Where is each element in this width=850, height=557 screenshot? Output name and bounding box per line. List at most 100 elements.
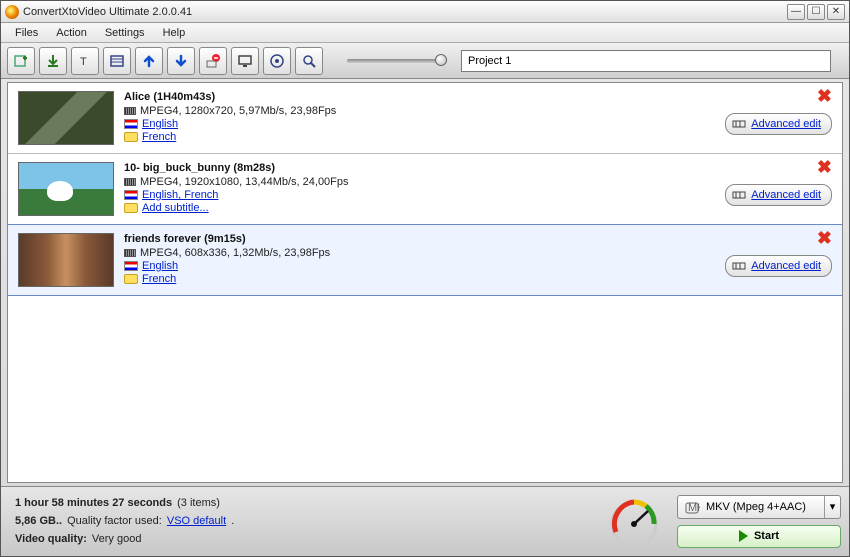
list-item[interactable]: Alice (1H40m43s) MPEG4, 1280x720, 5,97Mb… [8,83,842,154]
remove-button[interactable] [199,47,227,75]
svg-text:MKV: MKV [688,502,700,514]
add-file-button[interactable] [7,47,35,75]
play-icon [739,530,748,542]
footer: 1 hour 58 minutes 27 seconds (3 items) 5… [1,486,849,556]
edit-icon [732,117,746,131]
audio-language-link[interactable]: English, French [142,189,218,201]
maximize-button[interactable]: ☐ [807,4,825,20]
download-button[interactable] [39,47,67,75]
menu-help[interactable]: Help [155,25,194,41]
item-title: friends forever (9m15s) [124,233,672,245]
output-format-label: MKV (Mpeg 4+AAC) [706,501,806,513]
item-meta: friends forever (9m15s) MPEG4, 608x336, … [124,233,672,286]
video-quality-value: Very good [92,533,142,545]
film-icon [124,249,136,257]
minimize-button[interactable]: — [787,4,805,20]
remove-item-button[interactable]: ✖ [817,231,832,245]
flag-icon [124,190,138,200]
project-name-input[interactable] [461,50,831,72]
remove-item-button[interactable]: ✖ [817,160,832,174]
item-format: MPEG4, 608x336, 1,32Mb/s, 23,98Fps [140,247,330,259]
preview-button[interactable] [295,47,323,75]
output-format-select[interactable]: MKV MKV (Mpeg 4+AAC) ▾ [677,495,841,519]
magnifier-icon [301,53,317,69]
menu-files[interactable]: Files [7,25,46,41]
item-meta: 10- big_buck_bunny (8m28s) MPEG4, 1920x1… [124,162,672,215]
item-list: Alice (1H40m43s) MPEG4, 1280x720, 5,97Mb… [7,82,843,483]
gauge-icon [606,494,662,550]
close-button[interactable]: ✕ [827,4,845,20]
output-panel: MKV MKV (Mpeg 4+AAC) ▾ Start [669,487,849,556]
menubar: Files Action Settings Help [1,23,849,43]
remove-item-button[interactable]: ✖ [817,89,832,103]
subtitle-language-link[interactable]: French [142,273,176,285]
menu-action[interactable]: Action [48,25,95,41]
thumbnail [18,233,114,287]
quality-factor-label: Quality factor used: [67,515,162,527]
quality-gauge [599,487,669,556]
thumbnail [18,162,114,216]
app-title: ConvertXtoVideo Ultimate 2.0.0.41 [23,6,787,18]
chapters-icon [109,53,125,69]
advanced-edit-label: Advanced edit [751,260,821,272]
chapters-button[interactable] [103,47,131,75]
svg-text:T: T [80,56,87,68]
flag-icon [124,119,138,129]
advanced-edit-button[interactable]: Advanced edit [725,184,832,206]
advanced-edit-label: Advanced edit [751,189,821,201]
format-icon: MKV [684,499,700,515]
edit-icon [732,259,746,273]
chevron-down-icon: ▾ [824,496,840,518]
film-icon [124,107,136,115]
film-icon [124,178,136,186]
item-count: (3 items) [177,497,220,509]
audio-language-link[interactable]: English [142,118,178,130]
total-duration: 1 hour 58 minutes 27 seconds [15,497,172,509]
edit-icon [732,188,746,202]
item-title: 10- big_buck_bunny (8m28s) [124,162,672,174]
subtitle-language-link[interactable]: French [142,131,176,143]
total-size: 5,86 GB.. [15,515,62,527]
start-label: Start [754,530,779,542]
toolbar: T [1,43,849,79]
start-button[interactable]: Start [677,525,841,549]
zoom-slider[interactable] [347,59,447,63]
window-controls: — ☐ ✕ [787,4,845,20]
subtitle-icon [124,132,138,142]
text-button[interactable]: T [71,47,99,75]
app-window: ConvertXtoVideo Ultimate 2.0.0.41 — ☐ ✕ … [0,0,850,557]
burn-button[interactable] [263,47,291,75]
info-panel: 1 hour 58 minutes 27 seconds (3 items) 5… [1,487,599,556]
advanced-edit-label: Advanced edit [751,118,821,130]
menu-settings[interactable]: Settings [97,25,153,41]
slider-thumb[interactable] [435,54,447,66]
flag-icon [124,261,138,271]
move-up-button[interactable] [135,47,163,75]
subtitle-icon [124,274,138,284]
advanced-edit-button[interactable]: Advanced edit [725,113,832,135]
add-subtitle-link[interactable]: Add subtitle... [142,202,209,214]
disc-icon [269,53,285,69]
arrow-up-icon [141,53,157,69]
item-format: MPEG4, 1280x720, 5,97Mb/s, 23,98Fps [140,105,336,117]
move-down-button[interactable] [167,47,195,75]
monitor-button[interactable] [231,47,259,75]
monitor-icon [237,53,253,69]
remove-icon [205,53,221,69]
item-format: MPEG4, 1920x1080, 13,44Mb/s, 24,00Fps [140,176,349,188]
item-title: Alice (1H40m43s) [124,91,672,103]
app-icon [5,5,19,19]
video-quality-label: Video quality: [15,533,87,545]
advanced-edit-button[interactable]: Advanced edit [725,255,832,277]
thumbnail [18,91,114,145]
add-file-icon [13,53,29,69]
quality-factor-link[interactable]: VSO default [167,515,226,527]
list-item[interactable]: 10- big_buck_bunny (8m28s) MPEG4, 1920x1… [8,154,842,225]
item-meta: Alice (1H40m43s) MPEG4, 1280x720, 5,97Mb… [124,91,672,144]
subtitle-icon [124,203,138,213]
titlebar: ConvertXtoVideo Ultimate 2.0.0.41 — ☐ ✕ [1,1,849,23]
audio-language-link[interactable]: English [142,260,178,272]
list-item[interactable]: friends forever (9m15s) MPEG4, 608x336, … [7,224,843,296]
arrow-down-icon [173,53,189,69]
text-icon: T [77,53,93,69]
